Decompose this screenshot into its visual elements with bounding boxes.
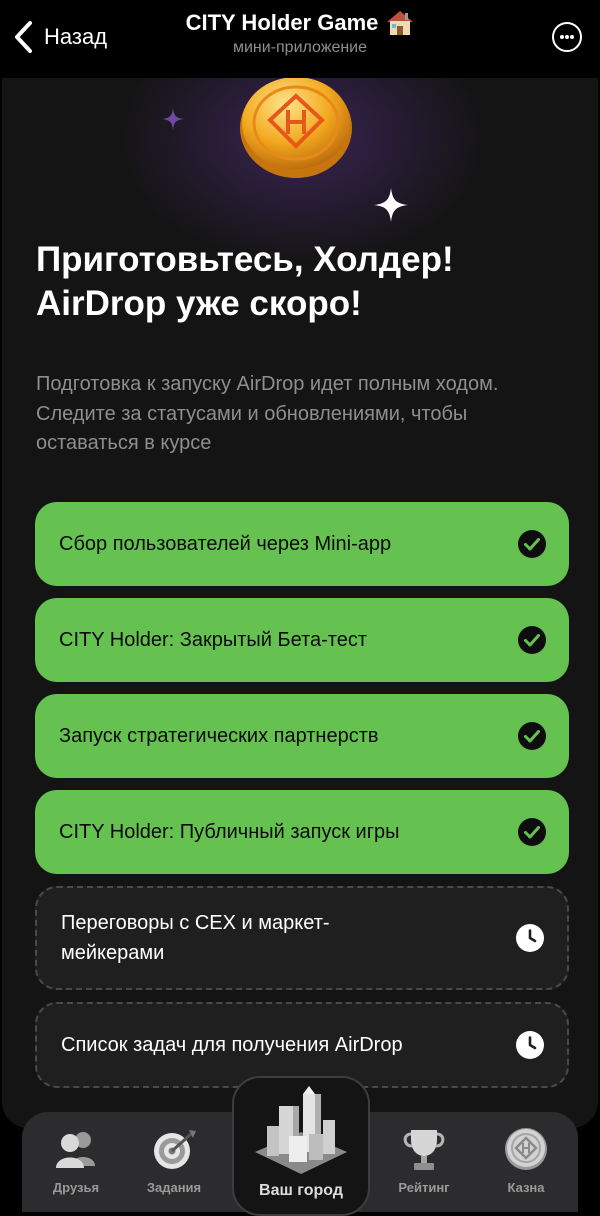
- task-item[interactable]: CITY Holder: Закрытый Бета-тест: [35, 598, 569, 682]
- bottom-navigation: Друзья Задания Ваш город Рейтинг Казна: [22, 1076, 578, 1216]
- target-icon: [154, 1130, 196, 1169]
- nav-rating[interactable]: Рейтинг: [382, 1112, 466, 1195]
- sparkle-icon: [162, 108, 184, 130]
- task-item[interactable]: Переговоры с CEX и маркет-мейкерами: [35, 886, 569, 990]
- friends-icon: [56, 1132, 95, 1168]
- nav-label: Ваш город: [259, 1182, 343, 1199]
- house-emoji-icon: [387, 11, 414, 35]
- task-label: Запуск стратегических партнерств: [59, 725, 379, 747]
- check-circle-icon: [518, 818, 546, 846]
- app-title: CITY Holder Game: [185, 10, 379, 35]
- check-circle-icon: [518, 626, 546, 654]
- nav-tasks[interactable]: Задания: [132, 1112, 216, 1195]
- task-label: CITY Holder: Публичный запуск игры: [59, 821, 400, 843]
- task-item[interactable]: Сбор пользователей через Mini-app: [35, 502, 569, 586]
- task-item[interactable]: CITY Holder: Публичный запуск игры: [35, 790, 569, 874]
- nav-label: Казна: [507, 1180, 545, 1195]
- nav-friends[interactable]: Друзья: [34, 1112, 118, 1195]
- nav-treasury[interactable]: Казна: [484, 1112, 568, 1195]
- nav-label: Друзья: [52, 1180, 100, 1195]
- check-circle-icon: [518, 722, 546, 750]
- top-bar: Назад CITY Holder Game мини-приложение: [0, 0, 600, 78]
- nav-label: Рейтинг: [398, 1180, 450, 1195]
- clock-icon: [516, 924, 544, 952]
- sparkle-icon: [374, 188, 408, 222]
- check-circle-icon: [518, 530, 546, 558]
- task-label: Переговоры с CEX и маркет-мейкерами: [61, 912, 330, 964]
- coin-icon: [505, 1128, 547, 1170]
- task-list: Сбор пользователей через Mini-app CITY H…: [35, 502, 569, 1100]
- nav-label: Задания: [146, 1180, 202, 1195]
- city-icon: [255, 1086, 347, 1174]
- headline-line-2: AirDrop уже скоро!: [36, 284, 362, 323]
- headline: Приготовьтесь, Холдер! AirDrop уже скоро…: [36, 238, 566, 326]
- task-label: Список задач для получения AirDrop: [61, 1034, 403, 1056]
- app-subtitle: мини-приложение: [232, 39, 368, 56]
- coin-logo-icon: [240, 78, 352, 178]
- airdrop-panel: Приготовьтесь, Холдер! AirDrop уже скоро…: [2, 78, 598, 1128]
- task-item[interactable]: Запуск стратегических партнерств: [35, 694, 569, 778]
- nav-your-city[interactable]: Ваш город: [232, 1076, 370, 1216]
- task-label: CITY Holder: Закрытый Бета-тест: [59, 629, 368, 651]
- task-label: Сбор пользователей через Mini-app: [59, 533, 392, 555]
- trophy-icon: [403, 1130, 445, 1170]
- more-options-button[interactable]: [552, 22, 582, 52]
- headline-line-1: Приготовьтесь, Холдер!: [36, 240, 454, 279]
- description: Подготовка к запуску AirDrop идет полным…: [36, 373, 499, 454]
- more-icon: [560, 35, 564, 39]
- title-block: CITY Holder Game мини-приложение: [0, 10, 600, 57]
- clock-icon: [516, 1031, 544, 1059]
